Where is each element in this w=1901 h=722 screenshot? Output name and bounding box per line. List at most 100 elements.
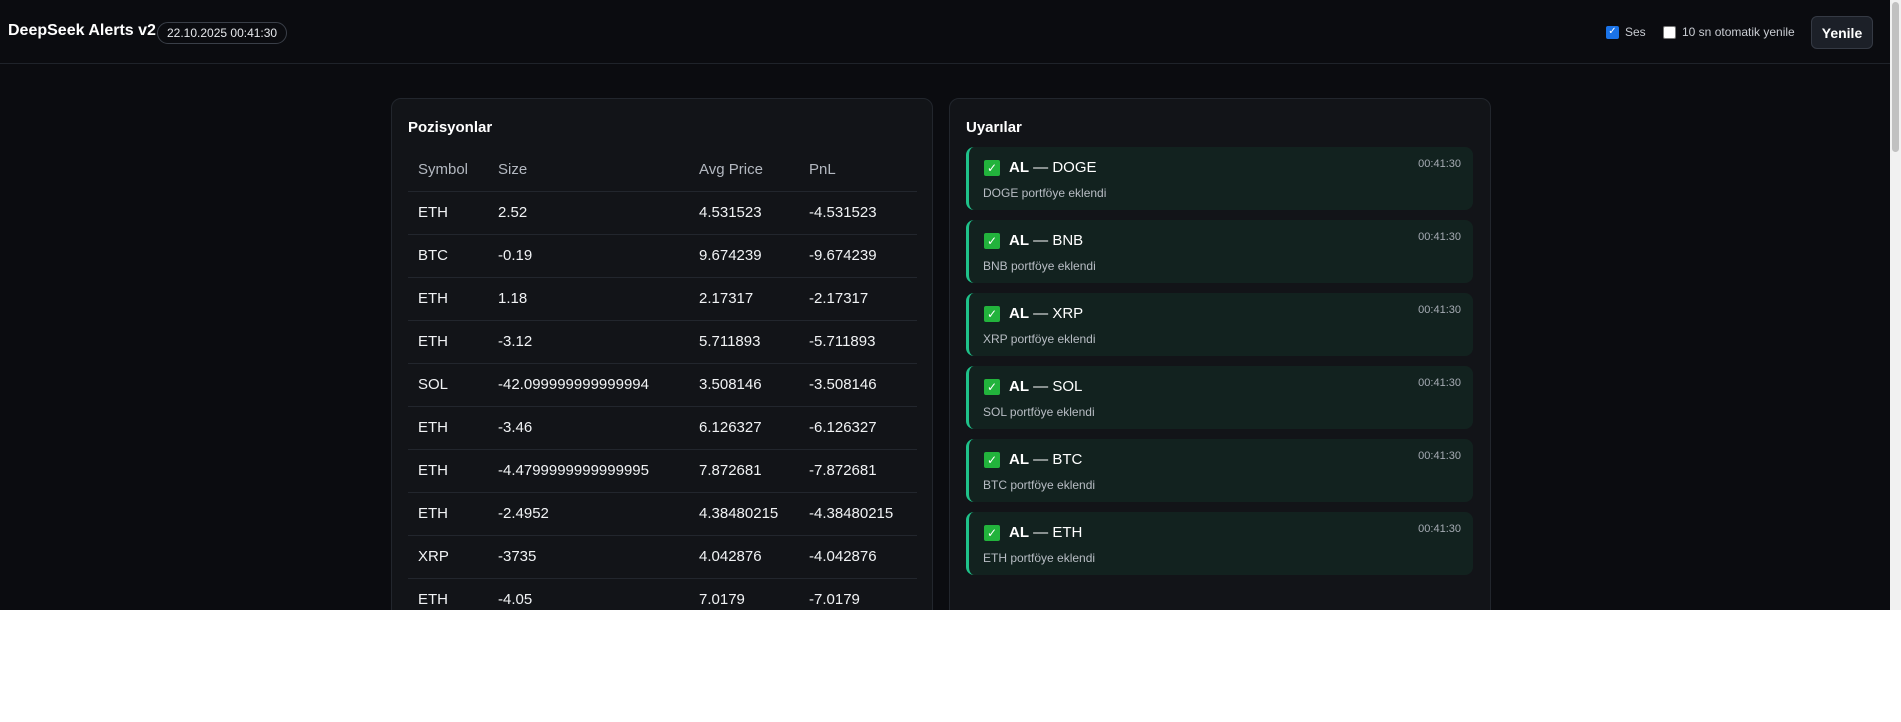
table-row: ETH 1.18 2.17317 -2.17317 [408, 278, 917, 321]
refresh-button[interactable]: Yenile [1811, 16, 1873, 49]
alert-message: XRP portföye eklendi [983, 332, 1096, 346]
column-header-avg-price[interactable]: Avg Price [699, 149, 763, 191]
scrollbar-thumb[interactable] [1892, 2, 1899, 152]
cell-pnl: -7.872681 [809, 462, 877, 479]
cell-pnl: -5.711893 [809, 333, 876, 350]
cell-pnl: -7.0179 [809, 591, 860, 608]
app-title: DeepSeek Alerts v2 [8, 22, 156, 39]
alerts-panel: Uyarılar ✓ AL — DOGE 00:41:30 DOGE portföye… [949, 98, 1491, 610]
alert-message: SOL portföye eklendi [983, 405, 1095, 419]
alert-heading: AL — DOGE [1009, 159, 1097, 176]
table-header-row: Symbol Size Avg Price PnL [408, 149, 917, 192]
alert-symbol: — DOGE [1033, 159, 1097, 176]
cell-size: -3.46 [498, 419, 533, 436]
alert-action: AL [1009, 159, 1029, 176]
auto-refresh-checkbox[interactable] [1663, 25, 1676, 39]
cell-symbol: ETH [418, 333, 448, 350]
app-viewport: DeepSeek Alerts v2 22.10.2025 00:41:30 ✓… [0, 0, 1901, 610]
cell-pnl: -6.126327 [809, 419, 877, 436]
alert-message: BNB portföye eklendi [983, 259, 1096, 273]
auto-refresh-toggle[interactable]: 10 sn otomatik yenile [1663, 25, 1795, 39]
table-row: ETH -4.4799999999999995 7.872681 -7.872681 [408, 450, 917, 493]
table-row: XRP -3735 4.042876 -4.042876 [408, 536, 917, 579]
alert-symbol: — XRP [1033, 305, 1084, 322]
page-scrollbar[interactable] [1890, 0, 1901, 610]
cell-avg-price: 4.042876 [699, 548, 762, 565]
table-row: ETH 2.52 4.531523 -4.531523 [408, 192, 917, 235]
cell-avg-price: 4.531523 [699, 204, 762, 221]
column-header-symbol[interactable]: Symbol [418, 149, 468, 191]
sound-label: Ses [1625, 25, 1646, 39]
alert-time: 00:41:30 [1418, 523, 1461, 535]
cell-pnl: -2.17317 [809, 290, 869, 307]
cell-pnl: -4.042876 [809, 548, 877, 565]
check-mark-icon: ✓ [984, 379, 1000, 395]
alert-action: AL [1009, 305, 1029, 322]
check-mark-icon: ✓ [984, 525, 1000, 541]
alert-item[interactable]: ✓ AL — BTC 00:41:30 BTC portföye eklendi [966, 439, 1473, 502]
table-row: SOL -42.099999999999994 3.508146 -3.508146 [408, 364, 917, 407]
cell-avg-price: 5.711893 [699, 333, 761, 350]
table-row: ETH -2.4952 4.38480215 -4.38480215 [408, 493, 917, 536]
top-bar: DeepSeek Alerts v2 22.10.2025 00:41:30 ✓… [0, 0, 1890, 64]
cell-symbol: SOL [418, 376, 449, 393]
cell-size: -4.4799999999999995 [498, 462, 649, 479]
alert-time: 00:41:30 [1418, 450, 1461, 462]
alert-message: DOGE portföye eklendi [983, 186, 1107, 200]
table-row: BTC -0.19 9.674239 -9.674239 [408, 235, 917, 278]
column-header-pnl[interactable]: PnL [809, 149, 836, 191]
alert-action: AL [1009, 451, 1029, 468]
cell-pnl: -3.508146 [809, 376, 877, 393]
table-row: ETH -3.12 5.711893 -5.711893 [408, 321, 917, 364]
table-row: ETH -3.46 6.126327 -6.126327 [408, 407, 917, 450]
alert-action: AL [1009, 524, 1029, 541]
cell-avg-price: 2.17317 [699, 290, 754, 307]
alert-heading: AL — BTC [1009, 451, 1082, 468]
cell-avg-price: 9.674239 [699, 247, 762, 264]
cell-symbol: ETH [418, 462, 448, 479]
cell-avg-price: 7.872681 [699, 462, 762, 479]
cell-symbol: ETH [418, 204, 448, 221]
alert-item[interactable]: ✓ AL — XRP 00:41:30 XRP portföye eklendi [966, 293, 1473, 356]
alert-time: 00:41:30 [1418, 377, 1461, 389]
alert-time: 00:41:30 [1418, 304, 1461, 316]
cell-size: -3735 [498, 548, 537, 565]
cell-size: -3.12 [498, 333, 533, 350]
table-row: ETH -4.05 7.0179 -7.0179 [408, 579, 917, 610]
alert-item[interactable]: ✓ AL — SOL 00:41:30 SOL portföye eklendi [966, 366, 1473, 429]
cell-avg-price: 3.508146 [699, 376, 762, 393]
check-mark-icon: ✓ [984, 306, 1000, 322]
alert-symbol: — SOL [1033, 378, 1083, 395]
alert-symbol: — BTC [1033, 451, 1083, 468]
alert-heading: AL — XRP [1009, 305, 1083, 322]
cell-size: 2.52 [498, 204, 528, 221]
cell-symbol: ETH [418, 290, 448, 307]
positions-table: Symbol Size Avg Price PnL ETH 2.52 4.53152… [408, 149, 917, 610]
alert-message: BTC portföye eklendi [983, 478, 1096, 492]
positions-panel: Pozisyonlar Symbol Size Avg Price PnL ET… [391, 98, 933, 610]
sound-toggle[interactable]: ✓ Ses [1606, 25, 1646, 39]
alert-time: 00:41:30 [1418, 231, 1461, 243]
timestamp-badge: 22.10.2025 00:41:30 [157, 22, 288, 44]
positions-title: Pozisyonlar [408, 119, 493, 136]
cell-size: -4.05 [498, 591, 533, 608]
alert-time: 00:41:30 [1418, 158, 1461, 170]
cell-size: -0.19 [498, 247, 533, 264]
check-mark-icon: ✓ [984, 233, 1000, 249]
alert-item[interactable]: ✓ AL — BNB 00:41:30 BNB portföye eklendi [966, 220, 1473, 283]
sound-checkbox[interactable]: ✓ [1606, 25, 1619, 39]
auto-refresh-label: 10 sn otomatik yenile [1682, 25, 1795, 39]
alert-symbol: — ETH [1033, 524, 1083, 541]
alert-symbol: — BNB [1033, 232, 1084, 249]
alert-item[interactable]: ✓ AL — ETH 00:41:30 ETH portföye eklendi [966, 512, 1473, 575]
column-header-size[interactable]: Size [498, 149, 527, 191]
cell-avg-price: 4.38480215 [699, 505, 779, 522]
check-mark-icon: ✓ [984, 452, 1000, 468]
alerts-title: Uyarılar [966, 119, 1022, 136]
cell-avg-price: 6.126327 [699, 419, 762, 436]
cell-avg-price: 7.0179 [699, 591, 745, 608]
alert-heading: AL — SOL [1009, 378, 1082, 395]
cell-symbol: ETH [418, 419, 448, 436]
alert-item[interactable]: ✓ AL — DOGE 00:41:30 DOGE portföye eklendi [966, 147, 1473, 210]
cell-symbol: ETH [418, 505, 448, 522]
